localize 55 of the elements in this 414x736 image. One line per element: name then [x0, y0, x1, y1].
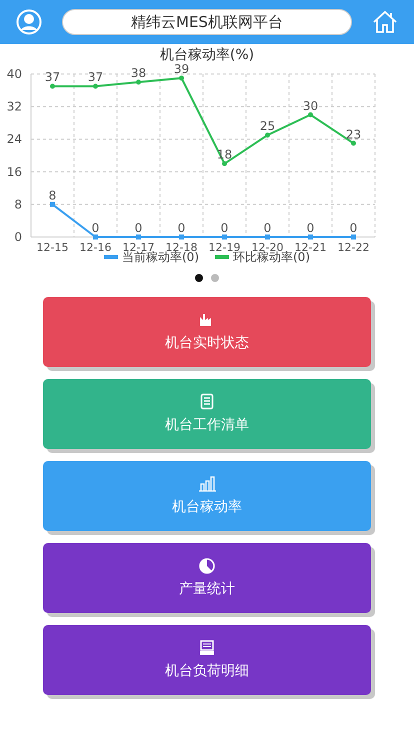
menu-button[interactable]: 机台实时状态 [43, 297, 371, 367]
y-tick-label: 8 [14, 197, 22, 212]
data-point [308, 234, 313, 240]
data-label: 25 [260, 119, 276, 134]
data-label: 38 [130, 66, 146, 80]
data-point [222, 234, 227, 240]
y-tick-label: 16 [6, 164, 22, 179]
x-tick-label: 12-22 [338, 241, 370, 254]
y-tick-label: 32 [6, 100, 22, 114]
app-title: 精纬云MES机联网平台 [62, 9, 352, 35]
home-icon[interactable] [372, 9, 398, 35]
data-label: 39 [174, 64, 190, 76]
data-label: 37 [88, 70, 104, 84]
legend-swatch [104, 255, 118, 259]
data-point [50, 202, 55, 207]
data-label: 8 [48, 188, 56, 202]
menu-button[interactable]: 产量统计 [43, 543, 371, 613]
page-dot[interactable] [195, 274, 203, 282]
data-label: 30 [302, 98, 318, 113]
legend-swatch [215, 255, 229, 259]
printer-icon [198, 638, 216, 656]
data-label: 0 [220, 221, 228, 235]
chart-title: 机台稼动率(%) [158, 46, 256, 64]
pie-chart-icon [198, 556, 216, 574]
y-tick-label: 24 [6, 132, 22, 146]
data-point [93, 84, 98, 89]
data-point [265, 234, 270, 240]
data-label: 23 [346, 127, 362, 142]
data-label: 0 [306, 221, 314, 235]
data-point [179, 234, 184, 240]
data-point [136, 80, 141, 85]
document-icon [198, 392, 216, 410]
data-point [179, 76, 184, 81]
user-icon[interactable] [16, 9, 42, 35]
data-label: 0 [178, 221, 186, 235]
data-label: 0 [134, 221, 142, 235]
data-label: 0 [92, 221, 100, 235]
data-point [308, 112, 313, 118]
x-tick-label: 12-15 [36, 241, 68, 254]
bar-chart-icon [198, 474, 216, 492]
data-point [222, 161, 227, 166]
data-point [136, 234, 141, 240]
data-point [93, 234, 98, 240]
data-point [351, 140, 356, 146]
y-tick-label: 40 [6, 67, 22, 81]
x-tick-label: 12-16 [80, 241, 112, 254]
data-label: 0 [264, 221, 272, 235]
data-label: 0 [350, 221, 358, 235]
data-point [50, 84, 55, 89]
y-tick-label: 0 [14, 230, 22, 244]
data-point [265, 132, 270, 138]
page-dot[interactable] [211, 274, 219, 282]
data-label: 37 [44, 70, 60, 84]
menu-button[interactable]: 机台负荷明细 [43, 625, 371, 695]
data-point [351, 234, 356, 240]
